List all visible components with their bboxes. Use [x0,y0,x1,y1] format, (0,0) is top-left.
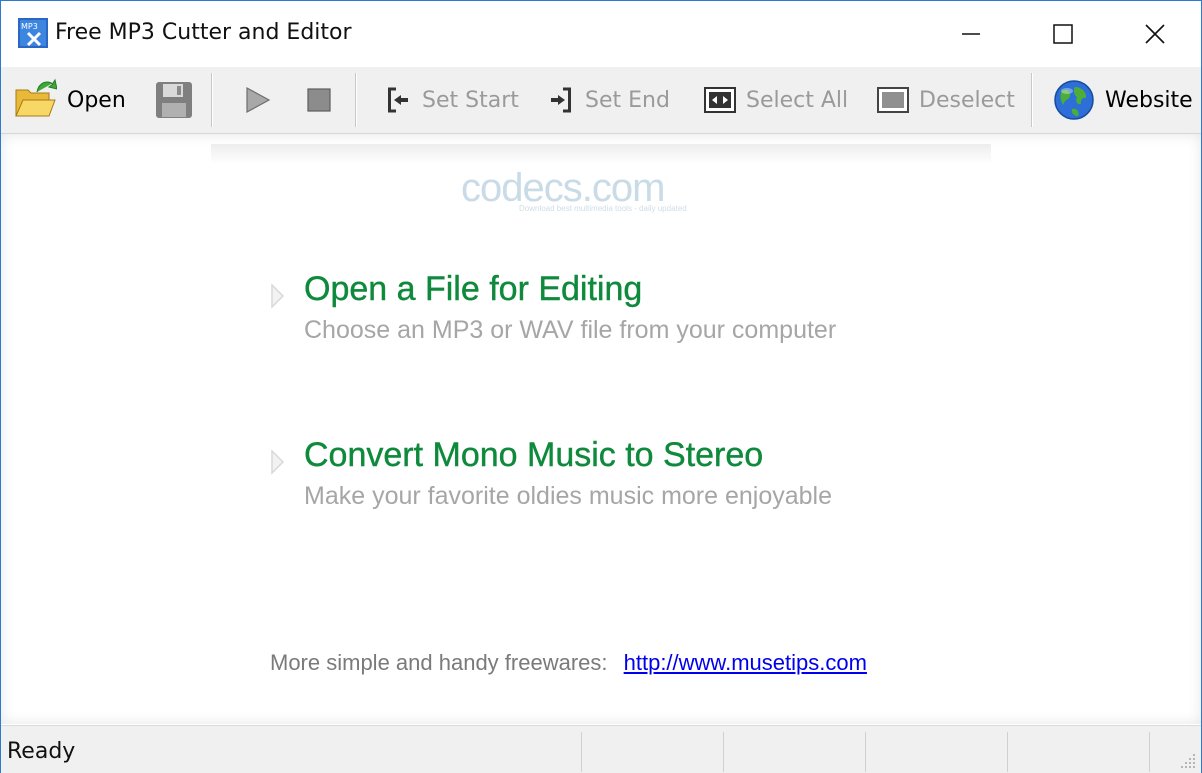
more-freewares-text: More simple and handy freewares: [270,650,608,675]
welcome-panel: codecs.com Download best multimedia tool… [1,134,1201,724]
watermark-tagline: Download best multimedia tools - daily u… [519,204,687,213]
app-window: MP3 Free MP3 Cutter and Editor Open Set … [0,0,1202,773]
status-divider [723,732,724,772]
title-bar[interactable]: MP3 Free MP3 Cutter and Editor [1,1,1201,67]
website-label: Website [1105,87,1193,113]
window-title: Free MP3 Cutter and Editor [55,20,352,45]
status-divider [865,732,866,772]
open-button[interactable]: Open [13,75,126,125]
minimize-icon [962,33,980,35]
status-divider [1007,732,1008,772]
open-file-action[interactable]: Open a File for Editing Choose an MP3 or… [269,270,969,350]
chevron-right-icon [271,449,285,475]
set-end-button[interactable]: Set End [549,75,670,125]
deselect-icon [877,87,909,113]
open-folder-icon [15,78,57,117]
select-all-button[interactable]: Select All [704,75,848,125]
toolbar-separator [1031,73,1033,127]
header-band [211,144,991,164]
chevron-right-icon [271,283,285,309]
more-freewares: More simple and handy freewares: http://… [270,650,867,676]
open-label: Open [67,87,126,113]
close-button[interactable] [1109,1,1201,67]
save-button[interactable] [154,75,194,125]
play-button[interactable] [243,75,273,125]
convert-mono-subtitle: Make your favorite oldies music more enj… [304,482,833,510]
deselect-button[interactable]: Deselect [877,75,1015,125]
set-start-button[interactable]: Set Start [386,75,519,125]
close-icon [1145,24,1165,44]
convert-mono-action[interactable]: Convert Mono Music to Stereo Make your f… [269,436,969,516]
resize-grip-icon[interactable] [1177,750,1197,770]
status-divider [1149,732,1150,772]
open-file-subtitle: Choose an MP3 or WAV file from your comp… [304,316,837,344]
set-end-label: Set End [585,87,670,113]
stop-button[interactable] [306,75,332,125]
app-icon: MP3 [18,18,48,48]
globe-icon [1054,80,1094,120]
set-start-icon [388,87,408,113]
convert-mono-title[interactable]: Convert Mono Music to Stereo [304,436,764,475]
website-button[interactable]: Website [1053,75,1193,125]
toolbar: Open Set Start Set End Select All Desele… [1,67,1201,134]
save-disk-icon [156,82,192,118]
status-bar: Ready [1,725,1201,773]
toolbar-separator [211,73,213,127]
set-end-icon [551,87,571,113]
status-divider [581,732,582,772]
toolbar-separator [355,73,357,127]
select-all-icon [704,87,736,113]
musetips-link[interactable]: http://www.musetips.com [624,650,867,675]
svg-text:MP3: MP3 [21,22,38,31]
status-text: Ready [7,739,76,764]
deselect-label: Deselect [919,87,1015,113]
maximize-button[interactable] [1017,1,1109,67]
select-all-label: Select All [746,87,849,113]
minimize-button[interactable] [925,1,1017,67]
set-start-label: Set Start [422,87,519,113]
open-file-title[interactable]: Open a File for Editing [304,270,643,309]
stop-icon [307,88,331,112]
play-icon [246,86,271,114]
maximize-icon [1053,24,1073,44]
